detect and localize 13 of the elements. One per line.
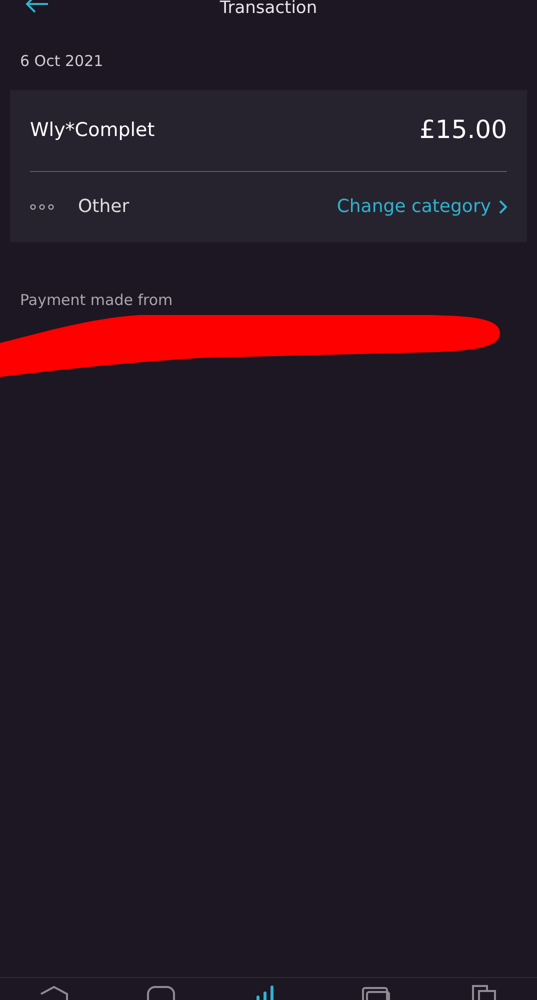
chevron-icon bbox=[499, 200, 507, 214]
change-category-link[interactable]: Change category bbox=[336, 193, 491, 220]
merchant-name: Wly*Complet bbox=[30, 118, 155, 143]
payment-label: Payment made from bbox=[20, 290, 173, 308]
home-icon[interactable] bbox=[38, 985, 70, 1000]
screen-title: Transaction bbox=[220, 0, 318, 20]
cards-icon[interactable] bbox=[360, 985, 392, 1000]
dots-icon bbox=[30, 204, 54, 210]
amount-text: £15.00 bbox=[420, 114, 507, 146]
date-text: 6 Oct 2021 bbox=[20, 52, 104, 70]
chat-icon[interactable] bbox=[145, 985, 178, 1000]
category-text: Other bbox=[78, 195, 130, 219]
back-icon[interactable] bbox=[24, 0, 50, 14]
